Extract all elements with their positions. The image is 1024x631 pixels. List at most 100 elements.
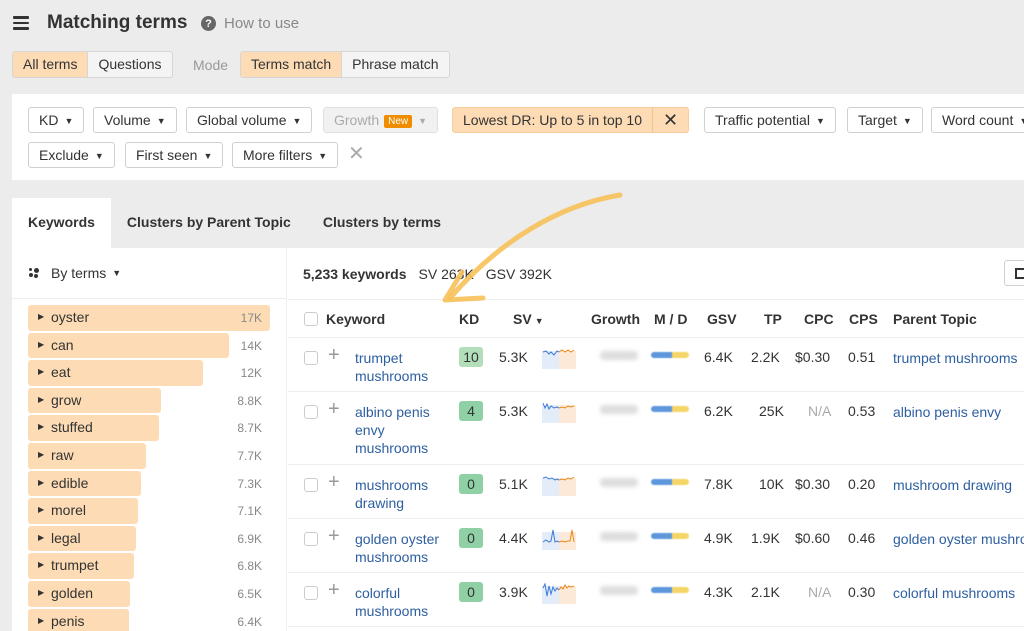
tab-clusters-terms[interactable]: Clusters by terms — [307, 198, 457, 248]
term-item[interactable]: ▶ edible 7.3K — [28, 470, 270, 498]
expand-caret-icon[interactable]: ▶ — [38, 478, 44, 487]
expand-caret-icon[interactable]: ▶ — [38, 450, 44, 459]
col-cps[interactable]: CPS — [849, 311, 878, 327]
col-kd[interactable]: KD — [459, 311, 479, 327]
page-header: Matching terms ? How to use — [0, 0, 1024, 48]
group-by-dropdown[interactable]: By terms ▼ — [29, 265, 121, 281]
term-item[interactable]: ▶ morel 7.1K — [28, 497, 270, 525]
term-item[interactable]: ▶ golden 6.5K — [28, 580, 270, 608]
keyword-link[interactable]: colorful mushrooms — [355, 584, 450, 620]
term-item[interactable]: ▶ eat 12K — [28, 359, 270, 387]
filter-target[interactable]: Target ▼ — [847, 107, 923, 133]
term-bar — [28, 442, 146, 469]
filter-volume[interactable]: Volume ▼ — [93, 107, 177, 133]
term-bar — [28, 525, 136, 552]
expand-caret-icon[interactable]: ▶ — [38, 395, 44, 404]
add-to-list-icon[interactable]: + — [328, 398, 340, 421]
term-bar — [28, 387, 161, 414]
keyword-link[interactable]: trumpet mushrooms — [355, 349, 450, 385]
select-all-checkbox[interactable] — [304, 312, 318, 326]
filter-word-count[interactable]: Word count ▼ — [931, 107, 1024, 133]
col-gsv[interactable]: GSV — [707, 311, 737, 327]
growth-value-blurred — [600, 532, 638, 541]
keyword-link[interactable]: albino penis envy mushrooms — [355, 403, 450, 457]
term-name: eat — [51, 364, 71, 381]
remove-filter-icon[interactable]: ✕ — [652, 108, 688, 132]
keyword-link[interactable]: golden oyster mushrooms — [355, 530, 450, 566]
columns-button[interactable] — [1004, 260, 1024, 286]
row-checkbox[interactable] — [304, 405, 318, 419]
filter-first-seen-label: First seen — [136, 147, 198, 163]
expand-caret-icon[interactable]: ▶ — [38, 422, 44, 431]
col-cpc[interactable]: CPC — [804, 311, 834, 327]
keyword-link[interactable]: mushrooms drawing — [355, 476, 450, 512]
term-item[interactable]: ▶ stuffed 8.7K — [28, 414, 270, 442]
filter-more-filters[interactable]: More filters ▼ — [232, 142, 339, 168]
filter-more-filters-label: More filters — [243, 147, 313, 163]
add-to-list-icon[interactable]: + — [328, 525, 340, 548]
mode-phrase-match[interactable]: Phrase match — [341, 52, 448, 77]
col-md[interactable]: M / D — [654, 311, 687, 327]
how-to-use-link[interactable]: ? How to use — [201, 15, 299, 32]
active-filter-lowest-dr[interactable]: Lowest DR: Up to 5 in top 10 ✕ — [452, 107, 689, 133]
keyword-count: 5,233 keywords — [303, 266, 407, 282]
expand-caret-icon[interactable]: ▶ — [38, 367, 44, 376]
gsv-value: 6.2K — [704, 403, 733, 419]
expand-caret-icon[interactable]: ▶ — [38, 616, 44, 625]
kd-badge: 4 — [459, 401, 483, 421]
cpc-value: N/A — [808, 584, 832, 600]
tab-keywords[interactable]: Keywords — [12, 198, 111, 248]
filter-first-seen[interactable]: First seen ▼ — [125, 142, 224, 168]
filter-exclude[interactable]: Exclude ▼ — [28, 142, 115, 168]
col-keyword[interactable]: Keyword — [326, 311, 385, 327]
tab-clusters-parent-topic[interactable]: Clusters by Parent Topic — [111, 198, 307, 248]
row-checkbox[interactable] — [304, 532, 318, 546]
add-to-list-icon[interactable]: + — [328, 471, 340, 494]
hamburger-icon[interactable] — [13, 16, 29, 30]
parent-topic-link[interactable]: trumpet mushrooms — [893, 349, 1018, 367]
filter-kd-label: KD — [39, 112, 59, 128]
term-item[interactable]: ▶ legal 6.9K — [28, 525, 270, 553]
clear-filters-icon[interactable]: ✕ — [348, 142, 365, 166]
row-checkbox[interactable] — [304, 351, 318, 365]
mode-terms-match[interactable]: Terms match — [241, 52, 342, 77]
row-checkbox[interactable] — [304, 478, 318, 492]
term-item[interactable]: ▶ can 14K — [28, 332, 270, 360]
parent-topic-link[interactable]: colorful mushrooms — [893, 584, 1018, 602]
expand-caret-icon[interactable]: ▶ — [38, 312, 44, 321]
add-to-list-icon[interactable]: + — [328, 344, 340, 367]
expand-caret-icon[interactable]: ▶ — [38, 588, 44, 597]
mobile-desktop-bar — [651, 587, 689, 593]
gsv-value: 7.8K — [704, 476, 733, 492]
col-sv[interactable]: SV ▼ — [513, 311, 544, 327]
row-checkbox[interactable] — [304, 586, 318, 600]
keywords-content: 5,233 keywords SV 263K GSV 392K Keyword … — [288, 248, 1024, 631]
toggle-all-terms[interactable]: All terms — [13, 52, 88, 77]
term-item[interactable]: ▶ trumpet 6.8K — [28, 552, 270, 580]
filter-global-volume[interactable]: Global volume ▼ — [186, 107, 313, 133]
parent-topic-link[interactable]: mushroom drawing — [893, 476, 1018, 494]
col-parent-topic[interactable]: Parent Topic — [893, 311, 977, 327]
parent-topic-link[interactable]: albino penis envy — [893, 403, 1018, 421]
table-row: + trumpet mushrooms 10 5.3K 6.4K 2.2K $0.30 0.5… — [288, 338, 1024, 392]
filter-kd[interactable]: KD ▼ — [28, 107, 85, 133]
add-to-list-icon[interactable]: + — [328, 579, 340, 602]
col-growth[interactable]: Growth — [591, 311, 640, 327]
parent-topic-link[interactable]: golden oyster mushrooms — [893, 530, 1024, 548]
filter-volume-label: Volume — [104, 112, 151, 128]
term-item[interactable]: ▶ raw 7.7K — [28, 442, 270, 470]
expand-caret-icon[interactable]: ▶ — [38, 533, 44, 542]
filter-growth[interactable]: Growth New ▼ — [323, 107, 439, 133]
expand-caret-icon[interactable]: ▶ — [38, 505, 44, 514]
term-item[interactable]: ▶ penis 6.4K — [28, 608, 270, 631]
term-count: 6.8K — [237, 559, 262, 574]
sv-trend-sparkline — [542, 582, 576, 604]
col-tp[interactable]: TP — [764, 311, 782, 327]
toggle-questions[interactable]: Questions — [87, 52, 171, 77]
tp-value: 2.2K — [751, 349, 780, 365]
term-item[interactable]: ▶ oyster 17K — [28, 304, 270, 332]
expand-caret-icon[interactable]: ▶ — [38, 340, 44, 349]
term-item[interactable]: ▶ grow 8.8K — [28, 387, 270, 415]
expand-caret-icon[interactable]: ▶ — [38, 560, 44, 569]
filter-traffic-potential[interactable]: Traffic potential ▼ — [704, 107, 836, 133]
